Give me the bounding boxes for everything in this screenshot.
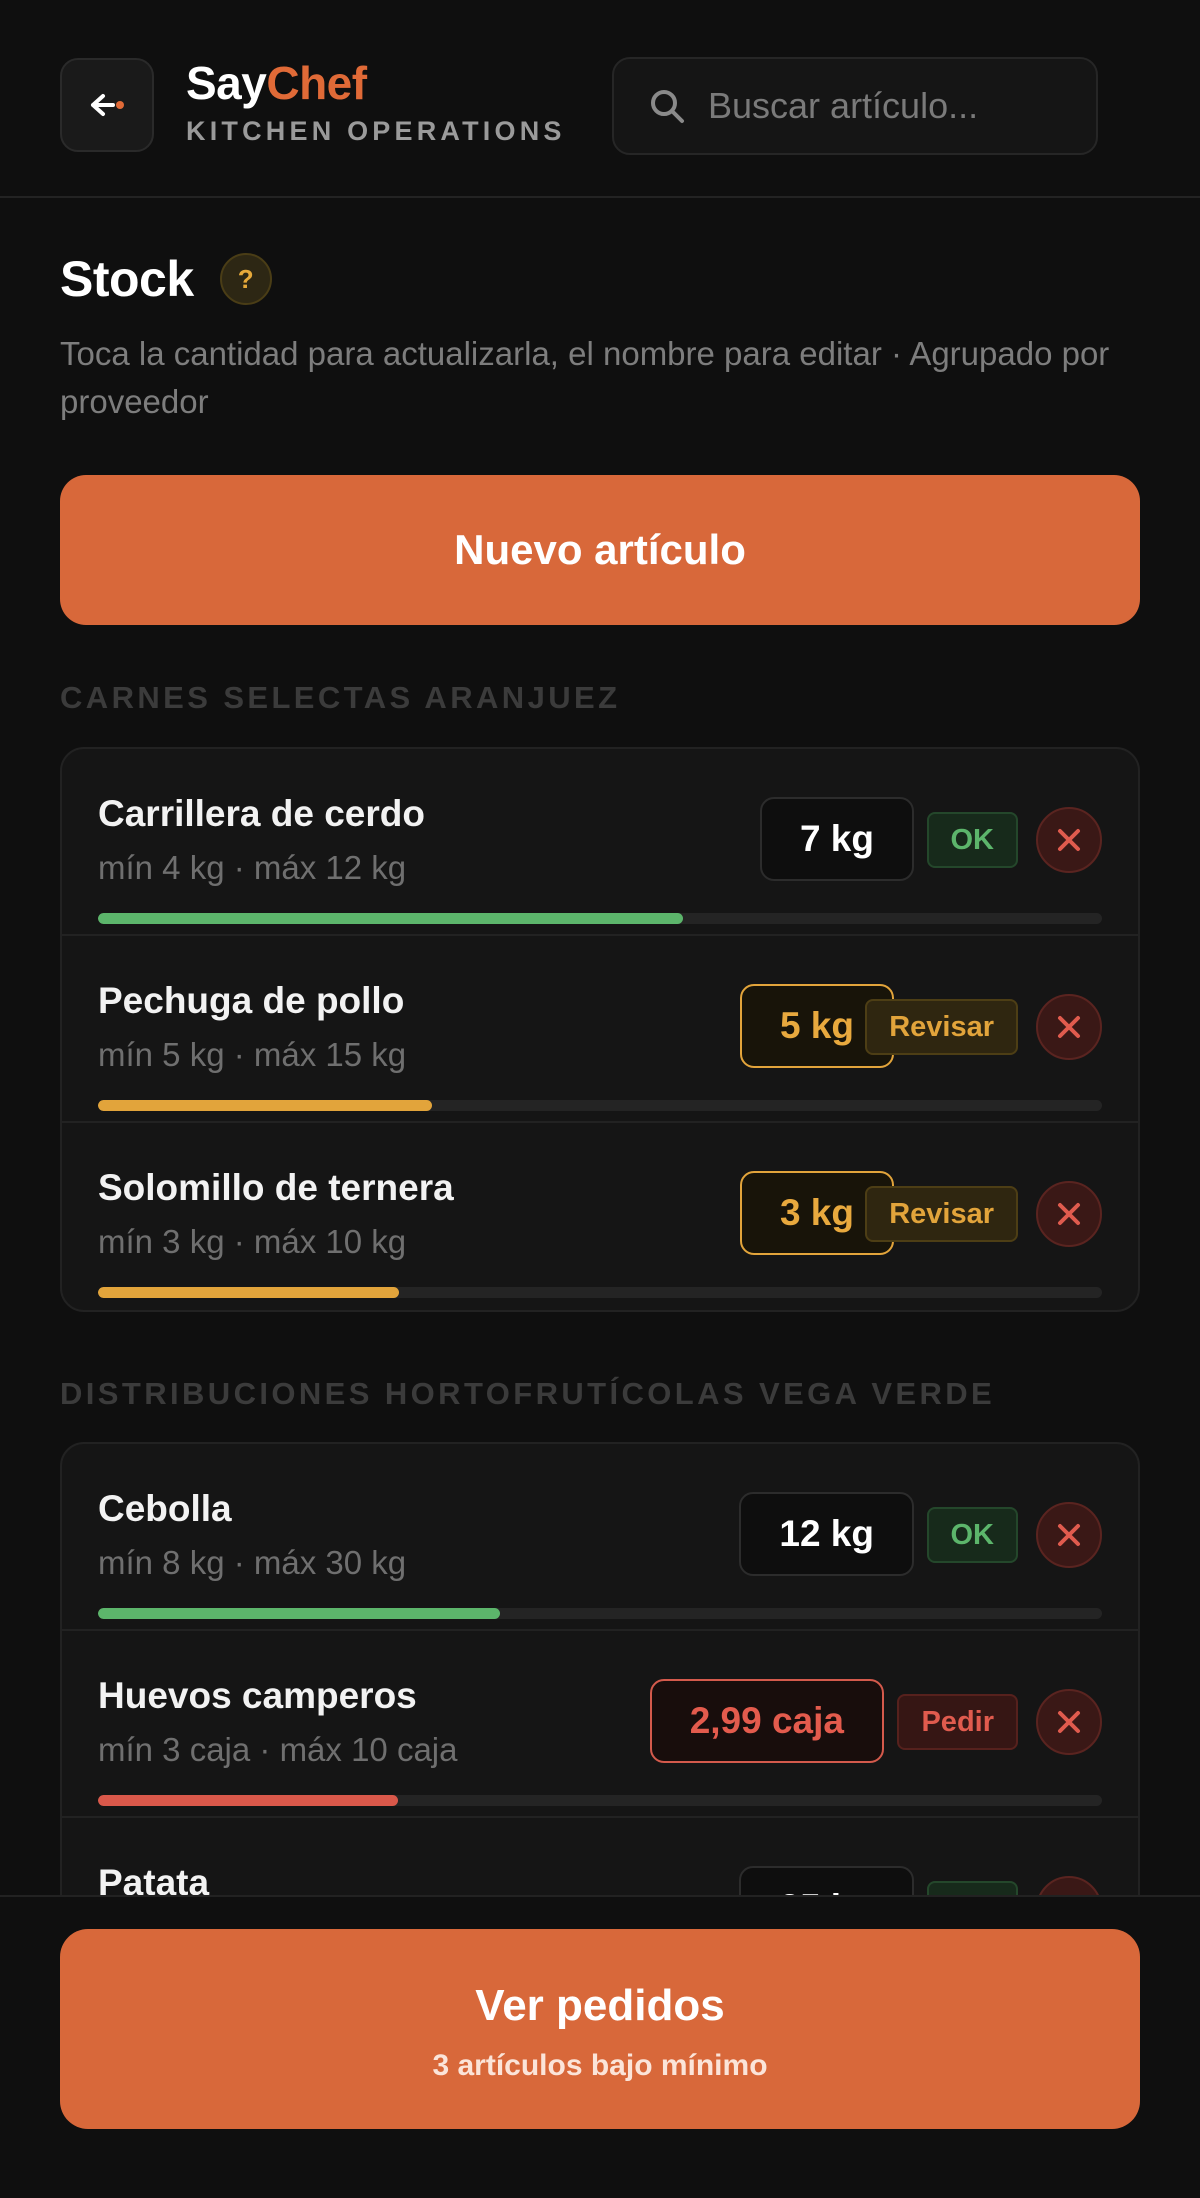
supplier-title: DISTRIBUCIONES HORTOFRUTÍCOLAS VEGA VERD… bbox=[60, 1376, 996, 1411]
item-range: mín 5 kg · máx 15 kg bbox=[98, 1036, 407, 1073]
close-icon bbox=[1058, 1203, 1080, 1225]
delete-button[interactable] bbox=[1036, 1502, 1102, 1568]
stock-item: Solomillo de ternera mín 3 kg · máx 10 k… bbox=[62, 1123, 1138, 1310]
brand: SayChef KITCHEN OPERATIONS bbox=[186, 56, 566, 147]
supplier-title: CARNES SELECTAS ARANJUEZ bbox=[60, 680, 621, 715]
search-input[interactable] bbox=[706, 84, 1090, 128]
quantity-button[interactable]: 7 kg bbox=[759, 797, 914, 881]
footer-bar: Ver pedidos 3 artículos bajo mínimo bbox=[0, 1895, 1200, 2198]
delete-button[interactable] bbox=[1036, 994, 1102, 1060]
delete-button[interactable] bbox=[1036, 1689, 1102, 1755]
stock-item: Pechuga de pollo mín 5 kg · máx 15 kg 5 … bbox=[62, 936, 1138, 1123]
close-icon bbox=[1058, 829, 1080, 851]
item-name[interactable]: Solomillo de ternera bbox=[98, 1167, 454, 1209]
status-badge: Revisar bbox=[865, 1186, 1018, 1242]
page-title: Stock bbox=[60, 251, 194, 307]
brand-name: SayChef bbox=[186, 57, 367, 109]
new-item-button[interactable]: Nuevo artículo bbox=[60, 475, 1140, 625]
view-orders-button[interactable]: Ver pedidos 3 artículos bajo mínimo bbox=[60, 1929, 1140, 2129]
stock-level-fill bbox=[98, 1287, 400, 1298]
stock-level-fill bbox=[98, 1608, 500, 1619]
item-name[interactable]: Cebolla bbox=[98, 1488, 232, 1530]
status-badge: Pedir bbox=[897, 1694, 1018, 1750]
status-badge: OK bbox=[926, 812, 1018, 868]
stock-level-bar bbox=[98, 1795, 1102, 1806]
stock-level-fill bbox=[98, 1100, 433, 1111]
arrow-left-icon bbox=[91, 94, 124, 116]
status-badge: OK bbox=[926, 1507, 1018, 1563]
app-header: SayChef KITCHEN OPERATIONS bbox=[0, 0, 1200, 198]
below-minimum-count: 3 artículos bajo mínimo bbox=[432, 2049, 768, 2082]
stock-level-bar bbox=[98, 1287, 1102, 1298]
close-icon bbox=[1058, 1524, 1080, 1546]
item-range: mín 3 caja · máx 10 caja bbox=[98, 1731, 458, 1768]
item-name[interactable]: Huevos camperos bbox=[98, 1675, 417, 1717]
quantity-button[interactable]: 2,99 caja bbox=[649, 1679, 884, 1763]
stock-level-bar bbox=[98, 1100, 1102, 1111]
brand-subtitle: KITCHEN OPERATIONS bbox=[186, 116, 566, 146]
back-button[interactable] bbox=[60, 58, 154, 152]
help-icon[interactable]: ? bbox=[219, 253, 272, 305]
search-icon bbox=[651, 90, 684, 123]
item-name[interactable]: Carrillera de cerdo bbox=[98, 793, 425, 835]
stock-level-bar bbox=[98, 1608, 1102, 1619]
stock-item: Cebolla mín 8 kg · máx 30 kg 12 kg OK bbox=[62, 1444, 1138, 1631]
stock-level-fill bbox=[98, 913, 684, 924]
close-icon bbox=[1058, 1711, 1080, 1733]
page-subtitle: Toca la cantidad para actualizarla, el n… bbox=[60, 335, 1110, 420]
page-title-row: Stock ? bbox=[60, 250, 272, 308]
quantity-button[interactable]: 12 kg bbox=[739, 1492, 914, 1576]
supplier-card: Carrillera de cerdo mín 4 kg · máx 12 kg… bbox=[60, 747, 1140, 1312]
delete-button[interactable] bbox=[1036, 807, 1102, 873]
search-box[interactable] bbox=[612, 57, 1098, 155]
stock-item: Huevos camperos mín 3 caja · máx 10 caja… bbox=[62, 1631, 1138, 1818]
item-range: mín 3 kg · máx 10 kg bbox=[98, 1223, 407, 1260]
stock-level-fill bbox=[98, 1795, 399, 1806]
delete-button[interactable] bbox=[1036, 1181, 1102, 1247]
item-range: mín 8 kg · máx 30 kg bbox=[98, 1544, 407, 1581]
item-name[interactable]: Pechuga de pollo bbox=[98, 980, 404, 1022]
item-range: mín 4 kg · máx 12 kg bbox=[98, 849, 407, 886]
close-icon bbox=[1058, 1016, 1080, 1038]
view-orders-label: Ver pedidos bbox=[475, 1981, 725, 2030]
stock-level-bar bbox=[98, 913, 1102, 924]
stock-item: Carrillera de cerdo mín 4 kg · máx 12 kg… bbox=[62, 749, 1138, 936]
status-badge: Revisar bbox=[865, 999, 1018, 1055]
